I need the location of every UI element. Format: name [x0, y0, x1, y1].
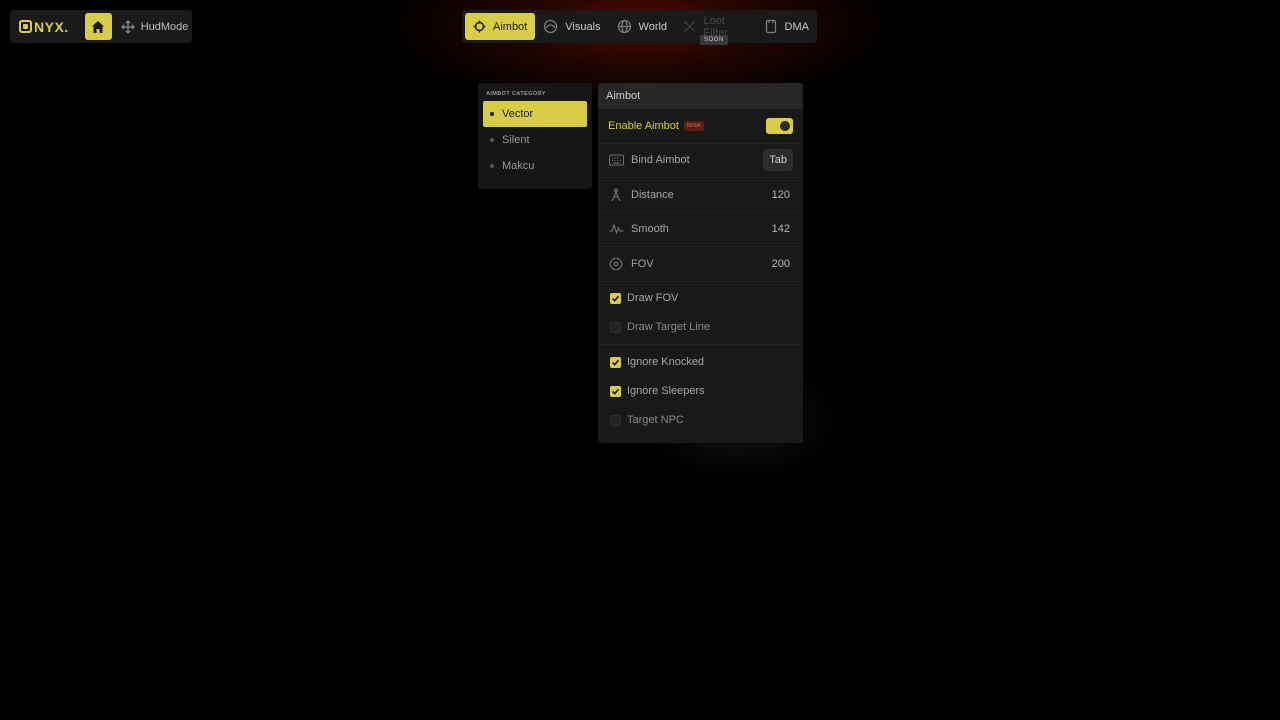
draw-target-line-label: Draw Target Line [627, 321, 710, 333]
keyboard-icon [608, 152, 624, 168]
tab-aimbot[interactable]: Aimbot [465, 13, 536, 40]
globe-icon [617, 19, 631, 34]
wave-icon [608, 221, 624, 237]
check-icon [610, 356, 621, 368]
tab-visuals-label: Visuals [565, 20, 601, 33]
check-icon [610, 292, 621, 304]
draw-target-line-checkbox[interactable]: Draw Target Line [598, 313, 803, 342]
draw-fov-label: Draw FOV [627, 292, 679, 304]
enable-aimbot-label: Enable Aimbot [608, 119, 679, 132]
fov-label: FOV [631, 257, 654, 270]
logo-icon [19, 20, 32, 33]
smooth-label: Smooth [631, 223, 669, 236]
target-npc-label: Target NPC [627, 414, 684, 426]
brand-logo: NYX. [19, 19, 69, 35]
category-item-makcu[interactable]: Makcu [483, 153, 587, 179]
bind-aimbot-row: Bind Aimbot Tab [598, 144, 803, 178]
chip-icon [765, 19, 776, 34]
category-item-label: Makcu [502, 160, 535, 172]
category-item-vector[interactable]: Vector [483, 101, 587, 127]
ignore-knocked-checkbox[interactable]: Ignore Knocked [598, 348, 803, 377]
brand-name: NYX. [34, 18, 69, 35]
ignore-sleepers-checkbox[interactable]: Ignore Sleepers [598, 377, 803, 406]
draw-fov-checkbox[interactable]: Draw FOV [598, 284, 803, 313]
category-panel: AIMBOT CATEGORY Vector Silent Makcu [478, 83, 592, 189]
eye-icon [544, 19, 558, 34]
smooth-value: 142 [771, 223, 790, 236]
category-title: AIMBOT CATEGORY [486, 91, 546, 97]
fov-row[interactable]: FOV 200 [598, 247, 803, 282]
smooth-row[interactable]: Smooth 142 [598, 213, 803, 247]
tab-world[interactable]: World [609, 13, 676, 40]
tab-world-label: World [638, 20, 668, 33]
fov-icon [608, 256, 624, 272]
settings-header: Aimbot [598, 83, 803, 109]
enable-aimbot-toggle[interactable] [766, 117, 793, 134]
distance-label: Distance [631, 188, 674, 201]
main-tabs: Aimbot Visuals World Loot Filter DMA [462, 10, 817, 43]
bind-key-button[interactable]: Tab [763, 149, 793, 172]
tab-dma-label: DMA [784, 20, 809, 33]
fov-value: 200 [771, 257, 790, 270]
ignore-knocked-label: Ignore Knocked [627, 356, 705, 368]
hudmode-button[interactable]: HudMode [120, 19, 189, 34]
distance-value: 120 [771, 188, 790, 201]
tab-aimbot-label: Aimbot [493, 20, 528, 33]
crosshair-icon [473, 20, 486, 33]
distance-icon [608, 187, 624, 203]
enable-aimbot-row: Enable Aimbot RISK [598, 109, 803, 144]
bullet-icon [490, 164, 494, 168]
target-npc-checkbox[interactable]: Target NPC [598, 406, 803, 435]
unchecked-box-icon [610, 321, 621, 333]
bullet-icon [490, 112, 494, 116]
tab-dma[interactable]: DMA [756, 13, 817, 40]
tab-visuals[interactable]: Visuals [535, 13, 608, 40]
left-toolbar: NYX. HudMode [10, 10, 192, 43]
move-icon [120, 19, 135, 34]
divider [598, 343, 803, 345]
loot-icon [684, 20, 696, 32]
home-button[interactable] [84, 13, 112, 40]
category-item-silent[interactable]: Silent [483, 127, 587, 153]
check-icon [610, 385, 621, 397]
category-item-label: Vector [502, 108, 534, 120]
category-item-label: Silent [502, 134, 530, 146]
bind-aimbot-label: Bind Aimbot [631, 154, 690, 167]
ignore-sleepers-label: Ignore Sleepers [627, 385, 705, 397]
distance-row[interactable]: Distance 120 [598, 178, 803, 213]
settings-panel: Aimbot Enable Aimbot RISK Bind Aimbot Ta… [598, 83, 803, 443]
home-icon [92, 20, 105, 33]
hudmode-label: HudMode [140, 20, 189, 33]
soon-badge: SOON [700, 35, 728, 45]
risk-badge: RISK [683, 120, 705, 131]
unchecked-box-icon [610, 414, 621, 426]
bullet-icon [490, 138, 494, 142]
